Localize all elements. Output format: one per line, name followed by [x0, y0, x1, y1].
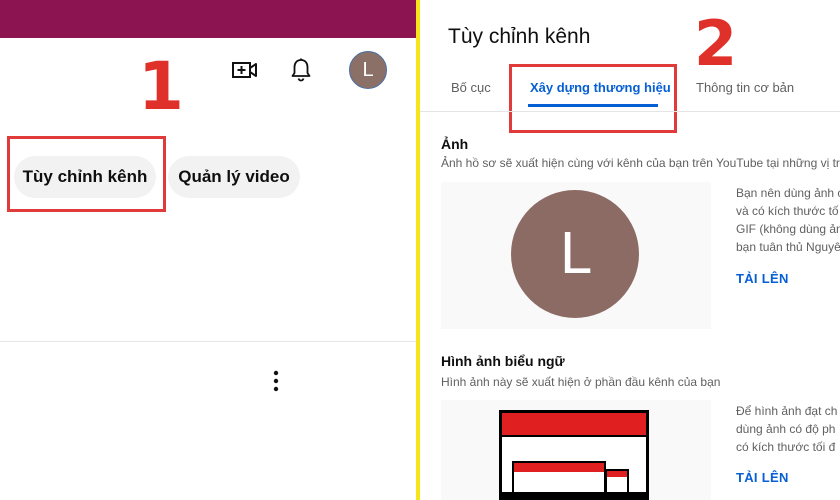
upload-banner-button[interactable]: TẢI LÊN	[736, 470, 789, 485]
highlight-box-1	[7, 136, 166, 212]
photo-guideline-line-1: Bạn nên dùng ảnh c	[736, 186, 840, 200]
highlight-box-2	[509, 64, 677, 133]
bell-icon[interactable]	[284, 52, 318, 88]
banner-guideline-line-3: có kích thước tối đ	[736, 440, 836, 454]
photo-guideline-line-2: và có kích thước tố	[736, 204, 839, 218]
step-number-2: 2	[694, 7, 738, 80]
banner-section-desc: Hình ảnh này sẽ xuất hiện ở phần đầu kên…	[441, 375, 721, 389]
photo-section-title: Ảnh	[441, 136, 469, 152]
upload-photo-button[interactable]: TẢI LÊN	[736, 271, 789, 286]
step-number-1: 1	[138, 48, 184, 125]
tab-layout[interactable]: Bố cục	[451, 80, 491, 95]
video-plus-icon[interactable]	[228, 54, 262, 86]
more-vertical-icon[interactable]	[266, 366, 286, 396]
banner-image	[499, 410, 649, 500]
profile-photo-letter: L	[559, 221, 591, 287]
tabs-divider	[420, 111, 840, 112]
right-panel: Tùy chỉnh kênh 2 Bố cục Xây dựng thương …	[420, 0, 840, 500]
avatar-letter: L	[362, 58, 374, 81]
top-banner-strip	[0, 0, 416, 38]
photo-guideline-line-3: GIF (không dùng ản	[736, 222, 840, 236]
banner-guideline-line-2: dùng ảnh có độ ph	[736, 422, 836, 436]
tab-basic-info[interactable]: Thông tin cơ bản	[696, 80, 794, 95]
avatar[interactable]: L	[349, 51, 387, 89]
photo-section-desc: Ảnh hồ sơ sẽ xuất hiện cùng với kênh của…	[441, 156, 840, 170]
banner-guideline-line-1: Để hình ảnh đạt ch	[736, 404, 838, 418]
profile-photo: L	[511, 190, 639, 318]
divider	[0, 341, 416, 342]
left-panel: L 1 Tùy chỉnh kênh Quản lý video	[0, 0, 416, 500]
manage-videos-label: Quản lý video	[178, 167, 290, 186]
page-title: Tùy chỉnh kênh	[448, 25, 591, 48]
banner-section-title: Hình ảnh biểu ngữ	[441, 353, 565, 369]
manage-videos-button[interactable]: Quản lý video	[168, 156, 300, 198]
photo-guideline-line-4: bạn tuân thủ Nguyê	[736, 240, 840, 254]
